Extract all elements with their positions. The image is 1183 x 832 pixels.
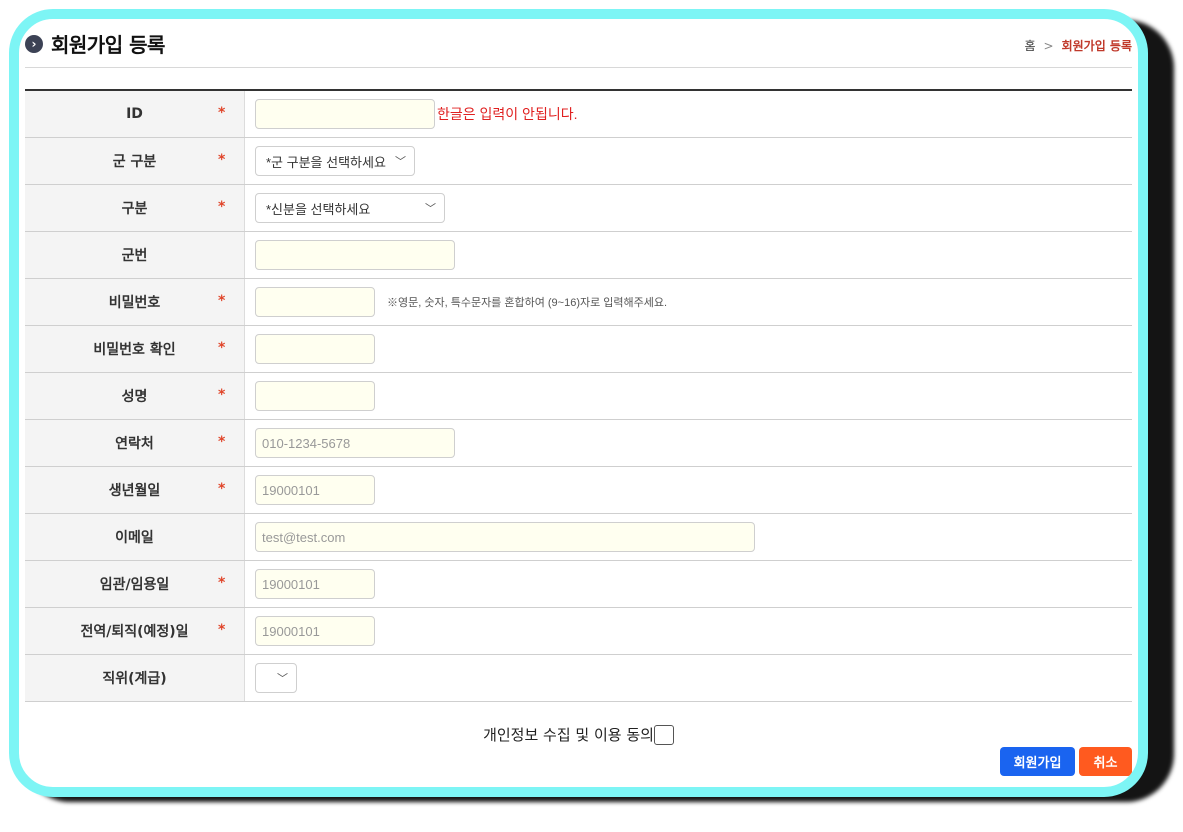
field-label-id: ID xyxy=(126,106,143,122)
required-mark: * xyxy=(218,481,226,497)
label-cell: 군번 xyxy=(25,232,245,278)
label-cell: 비밀번호 * xyxy=(25,279,245,325)
label-cell: 비밀번호 확인 * xyxy=(25,326,245,372)
field-label-phone: 연락처 xyxy=(115,436,154,452)
form-row-password-confirm: 비밀번호 확인 * xyxy=(25,326,1132,373)
value-cell xyxy=(245,467,1132,513)
email-input[interactable] xyxy=(255,522,755,552)
privacy-agreement: 개인정보 수집 및 이용 동의 xyxy=(19,724,1138,745)
required-mark: * xyxy=(218,152,226,168)
field-label-rank: 직위(계급) xyxy=(102,671,167,687)
form-row-phone: 연락처 * xyxy=(25,420,1132,467)
chevron-right-icon: › xyxy=(25,34,43,53)
value-cell: *신분을 선택하세요 ﹀ xyxy=(245,185,1132,231)
header-divider xyxy=(25,67,1132,68)
value-cell: ﹀ xyxy=(245,655,1132,701)
label-cell: 직위(계급) xyxy=(25,655,245,701)
form-row-password: 비밀번호 * ※영문, 숫자, 특수문자를 혼합하여 (9~16)자로 입력해주… xyxy=(25,279,1132,326)
label-cell: 군 구분 * xyxy=(25,138,245,184)
label-cell: 이메일 xyxy=(25,514,245,560)
discharge-date-input[interactable] xyxy=(255,616,375,646)
id-input[interactable] xyxy=(255,99,435,129)
required-mark: * xyxy=(218,434,226,450)
form-row-discharge: 전역/퇴직(예정)일 * xyxy=(25,608,1132,655)
field-label-commission: 임관/임용일 xyxy=(99,577,170,593)
label-cell: 임관/임용일 * xyxy=(25,561,245,607)
page-frame: › 회원가입 등록 홈 > 회원가입 등록 ID * 한글은 입력이 안됩니다.… xyxy=(9,9,1148,797)
password-confirm-input[interactable] xyxy=(255,334,375,364)
commission-date-input[interactable] xyxy=(255,569,375,599)
breadcrumb-separator-icon: > xyxy=(1043,38,1054,53)
form-row-birth: 생년월일 * xyxy=(25,467,1132,514)
required-mark: * xyxy=(218,199,226,215)
form-row-email: 이메일 xyxy=(25,514,1132,561)
field-label-email: 이메일 xyxy=(115,530,154,546)
field-label-name: 성명 xyxy=(121,389,148,405)
page-title: 회원가입 등록 xyxy=(51,33,165,57)
value-cell xyxy=(245,326,1132,372)
form-row-commission: 임관/임용일 * xyxy=(25,561,1132,608)
category-select[interactable]: *신분을 선택하세요 ﹀ xyxy=(255,193,445,223)
required-mark: * xyxy=(218,340,226,356)
value-cell: 한글은 입력이 안됩니다. xyxy=(245,91,1132,137)
field-label-service-number: 군번 xyxy=(121,248,148,264)
label-cell: ID * xyxy=(25,91,245,137)
required-mark: * xyxy=(218,622,226,638)
value-cell xyxy=(245,608,1132,654)
form-row-name: 성명 * xyxy=(25,373,1132,420)
page-header: › 회원가입 등록 홈 > 회원가입 등록 xyxy=(25,25,1132,77)
form-row-unit: 군 구분 * *군 구분을 선택하세요 ﹀ xyxy=(25,138,1132,185)
signup-form-table: ID * 한글은 입력이 안됩니다. 군 구분 * *군 구분을 선택하세요 ﹀ xyxy=(25,89,1132,702)
breadcrumb-home[interactable]: 홈 xyxy=(1024,37,1035,54)
join-button[interactable]: 회원가입 xyxy=(1000,747,1075,776)
value-cell xyxy=(245,514,1132,560)
field-label-discharge: 전역/퇴직(예정)일 xyxy=(80,624,189,640)
name-input[interactable] xyxy=(255,381,375,411)
chevron-down-icon: ﹀ xyxy=(277,673,288,685)
password-input[interactable] xyxy=(255,287,375,317)
field-label-unit: 군 구분 xyxy=(112,154,157,170)
value-cell xyxy=(245,561,1132,607)
form-row-rank: 직위(계급) ﹀ xyxy=(25,655,1132,702)
category-select-value: *신분을 선택하세요 xyxy=(266,201,371,217)
privacy-agreement-label: 개인정보 수집 및 이용 동의 xyxy=(483,726,654,744)
privacy-agreement-checkbox[interactable] xyxy=(653,724,674,745)
required-mark: * xyxy=(218,293,226,309)
label-cell: 연락처 * xyxy=(25,420,245,466)
value-cell: *군 구분을 선택하세요 ﹀ xyxy=(245,138,1132,184)
phone-input[interactable] xyxy=(255,428,455,458)
unit-select-value: *군 구분을 선택하세요 xyxy=(266,154,386,170)
breadcrumb-current: 회원가입 등록 xyxy=(1061,39,1132,53)
field-label-password-confirm: 비밀번호 확인 xyxy=(93,342,176,358)
field-label-birth: 생년월일 xyxy=(108,483,161,499)
form-row-service-number: 군번 xyxy=(25,232,1132,279)
required-mark: * xyxy=(218,387,226,403)
form-row-id: ID * 한글은 입력이 안됩니다. xyxy=(25,91,1132,138)
value-cell xyxy=(245,420,1132,466)
field-label-password: 비밀번호 xyxy=(108,295,161,311)
required-mark: * xyxy=(218,105,226,121)
required-mark: * xyxy=(218,575,226,591)
label-cell: 구분 * xyxy=(25,185,245,231)
value-cell: ※영문, 숫자, 특수문자를 혼합하여 (9~16)자로 입력해주세요. xyxy=(245,279,1132,325)
value-cell xyxy=(245,232,1132,278)
label-cell: 생년월일 * xyxy=(25,467,245,513)
field-label-category: 구분 xyxy=(121,201,148,217)
form-actions: 회원가입 취소 xyxy=(1000,747,1132,776)
id-error-message: 한글은 입력이 안됩니다. xyxy=(437,106,578,122)
label-cell: 성명 * xyxy=(25,373,245,419)
label-cell: 전역/퇴직(예정)일 * xyxy=(25,608,245,654)
birth-date-input[interactable] xyxy=(255,475,375,505)
unit-select[interactable]: *군 구분을 선택하세요 ﹀ xyxy=(255,146,415,176)
chevron-down-icon: ﹀ xyxy=(425,203,436,215)
chevron-down-icon: ﹀ xyxy=(395,156,406,168)
rank-select[interactable]: ﹀ xyxy=(255,663,297,693)
service-number-input[interactable] xyxy=(255,240,455,270)
form-row-category: 구분 * *신분을 선택하세요 ﹀ xyxy=(25,185,1132,232)
title-wrap: › 회원가입 등록 xyxy=(25,29,165,58)
value-cell xyxy=(245,373,1132,419)
cancel-button[interactable]: 취소 xyxy=(1079,747,1132,776)
password-hint: ※영문, 숫자, 특수문자를 혼합하여 (9~16)자로 입력해주세요. xyxy=(387,297,668,309)
breadcrumb: 홈 > 회원가입 등록 xyxy=(1024,37,1132,54)
